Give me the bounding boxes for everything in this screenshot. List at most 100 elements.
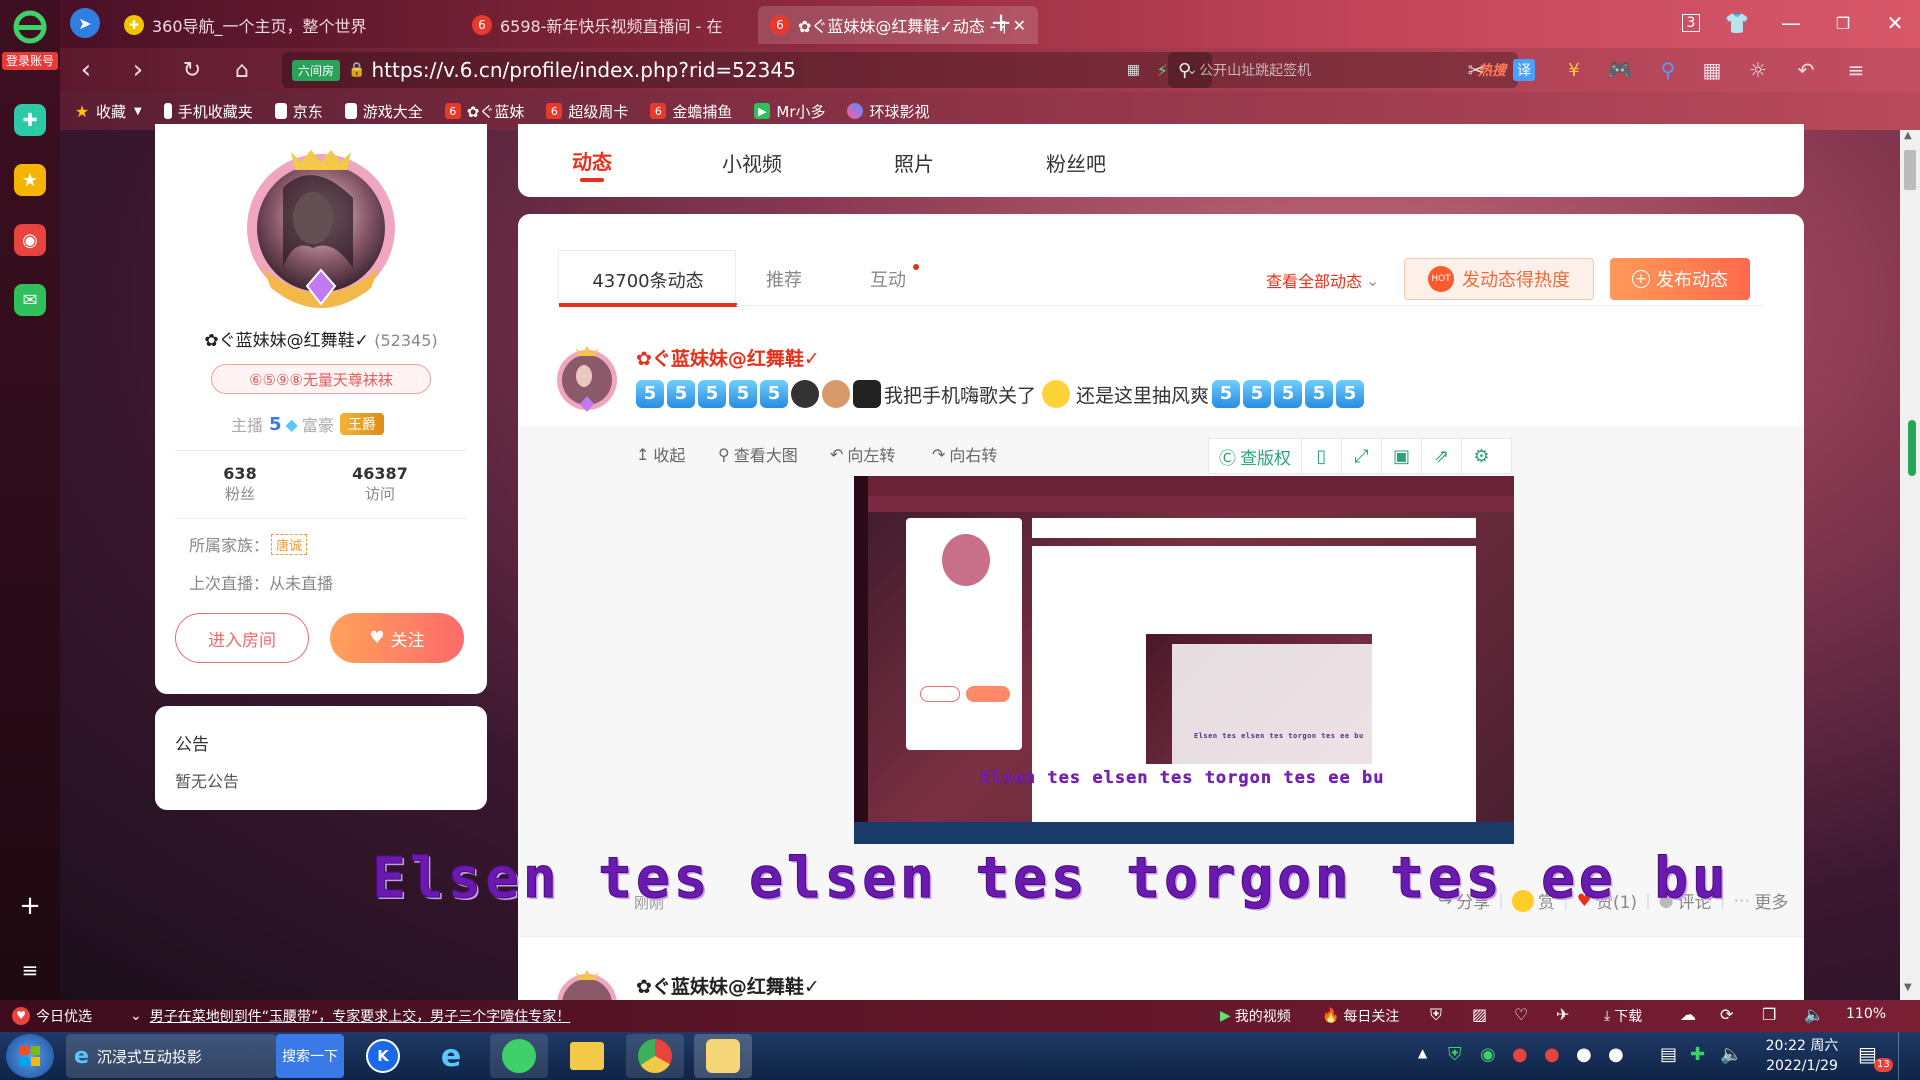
- subtab-interaction[interactable]: 互动: [870, 266, 906, 292]
- translate-icon[interactable]: 译: [1513, 59, 1535, 81]
- heart-outline-icon[interactable]: ♡: [1514, 1005, 1528, 1024]
- app-icon[interactable]: [694, 1034, 752, 1078]
- bookmark-icon[interactable]: ▯: [1301, 439, 1341, 473]
- family-badge[interactable]: 唐诚: [271, 533, 308, 555]
- url-field[interactable]: 六间房 🔒 https://v.6.cn/profile/index.php?r…: [282, 52, 1212, 88]
- qq-tray-icon-3[interactable]: ●: [1608, 1044, 1624, 1065]
- tab-fan-club[interactable]: 粉丝吧: [1046, 148, 1106, 177]
- mail-icon[interactable]: ✉: [14, 284, 46, 316]
- taskbar-ie-item[interactable]: e 沉浸式互动投影: [66, 1034, 276, 1078]
- menu-icon[interactable]: ≡: [1840, 54, 1872, 86]
- view-large-button[interactable]: ⚲ 查看大图: [718, 442, 798, 466]
- news-ticker[interactable]: ⌄ 男子在菜地刨到件“玉腰带”，专家要求上交，男子三个字噎住专家！: [130, 1006, 570, 1026]
- follow-button[interactable]: ♥ 关注: [330, 613, 464, 663]
- scroll-down-arrow[interactable]: ▼: [1904, 982, 1912, 993]
- security-tray-icon[interactable]: ⛨: [1448, 1044, 1462, 1065]
- taskbar-search-button[interactable]: 搜索一下: [276, 1034, 344, 1078]
- tab-count-badge[interactable]: 3: [1674, 6, 1708, 40]
- bookmark-mrxiaoduo[interactable]: ▶ Mr小多: [754, 101, 825, 122]
- minimize-button[interactable]: —: [1774, 6, 1808, 40]
- subtab-recommend[interactable]: 推荐: [766, 266, 802, 292]
- kugou-icon[interactable]: K: [354, 1034, 412, 1078]
- tab-photos[interactable]: 照片: [894, 148, 934, 177]
- send-icon[interactable]: ➤: [70, 8, 100, 38]
- share-out-icon[interactable]: ⇗: [1421, 439, 1461, 473]
- close-window-button[interactable]: ✕: [1878, 6, 1912, 40]
- bookmark-games[interactable]: 游戏大全: [344, 101, 423, 122]
- publish-button[interactable]: + 发布动态: [1610, 258, 1750, 300]
- system-clock[interactable]: 20:22 周六 2022/1/29: [1752, 1036, 1852, 1076]
- daily-follow-button[interactable]: 🔥 每日关注: [1322, 1006, 1399, 1026]
- home-button[interactable]: ⌂: [226, 54, 258, 86]
- bookmark-fishing[interactable]: 6 金蟾捕鱼: [650, 101, 732, 122]
- settings-icon[interactable]: ⚙: [1461, 439, 1501, 473]
- hot-post-button[interactable]: HOT 发动态得热度: [1404, 258, 1594, 300]
- undo-icon[interactable]: ↶: [1790, 54, 1822, 86]
- qq-tray-icon-2[interactable]: ●: [1576, 1044, 1592, 1065]
- 360-tray-icon[interactable]: ◉: [1480, 1044, 1496, 1065]
- explorer-icon[interactable]: [558, 1034, 616, 1078]
- enter-room-button[interactable]: 进入房间: [175, 613, 309, 663]
- post-avatar[interactable]: [554, 344, 620, 414]
- download-button[interactable]: ⤓ 下载: [1604, 1006, 1642, 1026]
- add-sidebar-icon[interactable]: +: [14, 890, 46, 922]
- bookmark-favorites[interactable]: ★ 收藏 ▼: [74, 101, 142, 122]
- scroll-up-arrow[interactable]: ▲: [1904, 130, 1912, 141]
- volume-tray-icon[interactable]: 🔈: [1720, 1044, 1742, 1065]
- fullscreen-icon[interactable]: ⤢: [1341, 439, 1381, 473]
- restore-button[interactable]: ❐: [1826, 6, 1860, 40]
- notification-center-icon[interactable]: ▤ 13: [1858, 1042, 1893, 1072]
- app-tray-icon[interactable]: ●: [1544, 1044, 1560, 1065]
- avatar[interactable]: [243, 148, 399, 316]
- bookmark-jd[interactable]: 京东: [274, 101, 323, 122]
- bookmark-mobile[interactable]: 手机收藏夹: [163, 101, 253, 122]
- weibo-icon[interactable]: ◉: [14, 224, 46, 256]
- browser-logo-icon[interactable]: [8, 10, 52, 44]
- window-icon[interactable]: ❐: [1762, 1005, 1776, 1024]
- apps-icon[interactable]: ✚: [14, 104, 46, 136]
- game-icon[interactable]: 🎮: [1604, 54, 1636, 86]
- tab-dynamics[interactable]: 动态: [572, 146, 612, 175]
- favorites-icon[interactable]: ★: [14, 164, 46, 196]
- show-desktop-button[interactable]: [1898, 1032, 1920, 1080]
- next-post-avatar[interactable]: [554, 968, 620, 1000]
- tab-short-video[interactable]: 小视频: [722, 148, 782, 177]
- side-float-handle[interactable]: [1908, 420, 1916, 476]
- back-button[interactable]: ‹: [70, 54, 102, 86]
- brightness-icon[interactable]: ☼: [1742, 54, 1774, 86]
- lightning-icon[interactable]: ⚡: [1157, 61, 1168, 80]
- shield-icon[interactable]: ⛨: [1430, 1005, 1442, 1025]
- rotate-left-button[interactable]: ↶ 向左转: [830, 442, 895, 466]
- zoom-level[interactable]: 110%: [1846, 1006, 1886, 1022]
- view-all-dynamics[interactable]: 查看全部动态 ⌄: [1266, 268, 1379, 292]
- tab-360-nav[interactable]: ✚ 360导航_一个主页，整个世界: [112, 6, 452, 44]
- save-icon[interactable]: ▣: [1381, 439, 1421, 473]
- fans-stat[interactable]: 638 粉丝: [195, 464, 285, 504]
- 360-browser-icon[interactable]: [490, 1034, 548, 1078]
- chrome-icon[interactable]: [626, 1034, 684, 1078]
- reload-button[interactable]: ↻: [176, 54, 208, 86]
- my-video-button[interactable]: ▶ 我的视频: [1220, 1006, 1291, 1026]
- grid-icon[interactable]: ▦: [1696, 54, 1728, 86]
- next-post-author[interactable]: ✿ぐ蓝妹妹@红舞鞋✓: [636, 972, 820, 999]
- bookmark-supercard[interactable]: 6 超级周卡: [546, 101, 628, 122]
- start-button[interactable]: [6, 1034, 54, 1078]
- post-image[interactable]: Elsen tes elsen tes torgon tes ee bu Els…: [854, 476, 1514, 844]
- ie-browser-icon[interactable]: e: [422, 1034, 480, 1078]
- forward-button[interactable]: ›: [122, 54, 154, 86]
- rocket-icon[interactable]: ✈: [1556, 1005, 1569, 1024]
- tab-6598-live[interactable]: 6 6598-新年快乐视频直播间 - 在: [460, 6, 750, 44]
- copyright-check-button[interactable]: Ⓒ 查版权: [1209, 444, 1301, 469]
- volume-icon[interactable]: 🔈: [1804, 1005, 1824, 1024]
- scrollbar-thumb[interactable]: [1904, 150, 1916, 190]
- sync-icon[interactable]: ⟳: [1720, 1005, 1733, 1024]
- post-author[interactable]: ✿ぐ蓝妹妹@红舞鞋✓: [636, 344, 820, 371]
- new-tab-button[interactable]: +: [984, 6, 1018, 40]
- page-scrollbar[interactable]: ▲ ▼: [1900, 130, 1920, 1000]
- more-button[interactable]: ⋯ 更多: [1733, 888, 1788, 914]
- network-icon[interactable]: ▤: [1660, 1044, 1677, 1065]
- plus-tray-icon[interactable]: ✚: [1690, 1044, 1705, 1065]
- collapse-button[interactable]: ↥ 收起: [636, 442, 685, 466]
- tray-expand-icon[interactable]: ▲: [1418, 1046, 1427, 1060]
- bookmark-global-video[interactable]: 环球影视: [847, 101, 930, 122]
